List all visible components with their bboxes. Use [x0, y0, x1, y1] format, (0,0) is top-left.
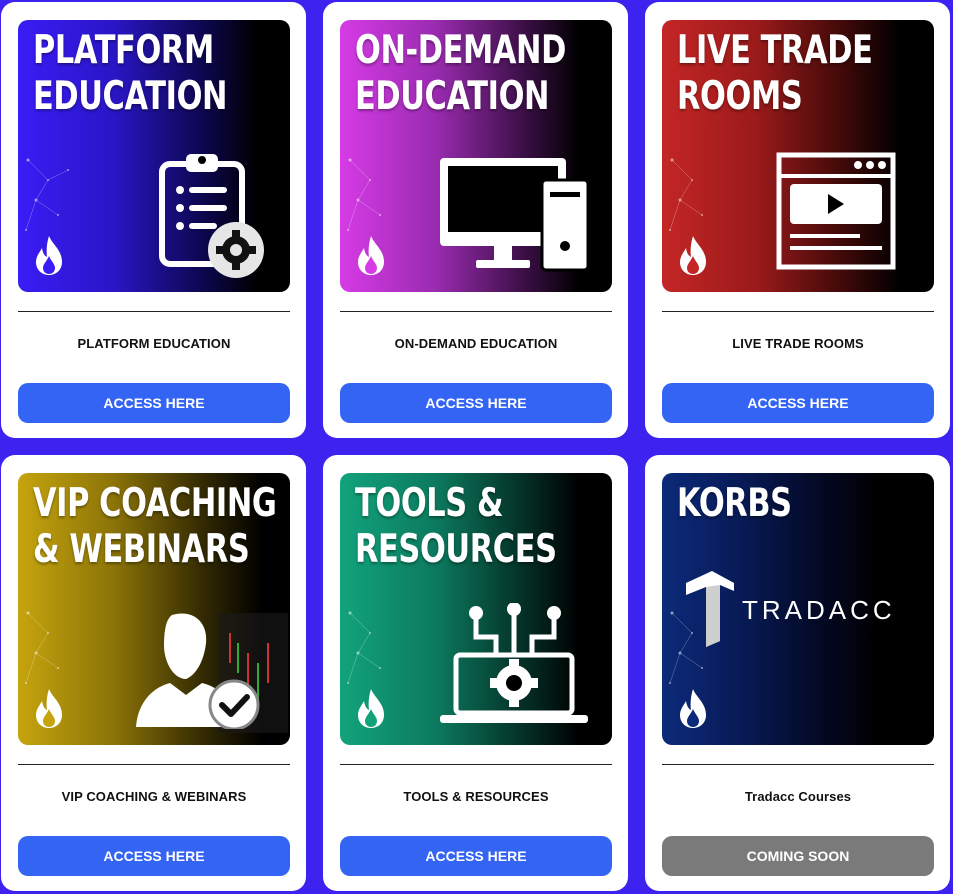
flame-logo-icon — [680, 236, 706, 275]
banner-title: VIP COACHING & WEBINARS — [33, 481, 277, 572]
flame-logo-icon — [358, 689, 384, 728]
card-label: LIVE TRADE ROOMS — [732, 336, 864, 351]
platform-education-banner[interactable]: PLATFORM EDUCATION — [18, 20, 290, 292]
card-live-trade-rooms: LIVE TRADE ROOMS LIVE TRADE ROOMS ACCESS… — [645, 2, 950, 438]
card-tools-resources: TOOLS & RESOURCES TOOLS & RESOURCES ACCE… — [323, 455, 628, 891]
desktop-computer-icon — [440, 158, 590, 272]
banner-title: TOOLS & RESOURCES — [355, 481, 557, 572]
divider — [18, 311, 290, 312]
card-platform-education: PLATFORM EDUCATION PLATFORM EDUCATION AC… — [1, 2, 306, 438]
access-here-button[interactable]: ACCESS HERE — [340, 383, 612, 423]
live-trade-rooms-banner[interactable]: LIVE TRADE ROOMS — [662, 20, 934, 292]
divider — [18, 764, 290, 765]
banner-title: LIVE TRADE ROOMS — [677, 28, 873, 119]
card-vip-coaching-webinars: VIP COACHING & WEBINARS VIP COACHING & W… — [1, 455, 306, 891]
access-here-button[interactable]: ACCESS HERE — [340, 836, 612, 876]
video-player-icon — [776, 152, 896, 270]
card-tradacc-courses: KORBS TRADACC Tradacc Courses COMING SOO… — [645, 455, 950, 891]
card-label: ON-DEMAND EDUCATION — [394, 336, 558, 351]
clipboard-gear-icon — [159, 154, 264, 278]
coming-soon-button[interactable]: COMING SOON — [662, 836, 934, 876]
flame-logo-icon — [680, 689, 706, 728]
divider — [340, 311, 612, 312]
tradacc-logo-icon — [686, 571, 734, 647]
banner-title: PLATFORM EDUCATION — [33, 28, 228, 119]
card-label: TOOLS & RESOURCES — [403, 789, 549, 804]
banner-title: KORBS — [677, 481, 792, 526]
vip-coaching-webinars-banner[interactable]: VIP COACHING & WEBINARS — [18, 473, 290, 745]
tools-resources-banner[interactable]: TOOLS & RESOURCES — [340, 473, 612, 745]
divider — [662, 311, 934, 312]
flame-logo-icon — [36, 689, 62, 728]
flame-logo-icon — [36, 236, 62, 275]
access-here-button[interactable]: ACCESS HERE — [662, 383, 934, 423]
korbs-banner[interactable]: KORBS TRADACC — [662, 473, 934, 745]
divider — [340, 764, 612, 765]
user-check-icon — [136, 613, 260, 729]
card-on-demand-education: ON-DEMAND EDUCATION ON-DEMAND EDUCATION … — [323, 2, 628, 438]
card-label: Tradacc Courses — [744, 789, 852, 804]
flame-logo-icon — [358, 236, 384, 275]
card-label: PLATFORM EDUCATION — [77, 336, 231, 351]
banner-title: ON-DEMAND EDUCATION — [355, 28, 566, 119]
on-demand-education-banner[interactable]: ON-DEMAND EDUCATION — [340, 20, 612, 292]
laptop-gear-icon — [440, 603, 588, 723]
card-label: VIP COACHING & WEBINARS — [61, 789, 247, 804]
access-here-button[interactable]: ACCESS HERE — [18, 383, 290, 423]
access-here-button[interactable]: ACCESS HERE — [18, 836, 290, 876]
divider — [662, 764, 934, 765]
tradacc-wordmark: TRADACC — [742, 595, 896, 625]
